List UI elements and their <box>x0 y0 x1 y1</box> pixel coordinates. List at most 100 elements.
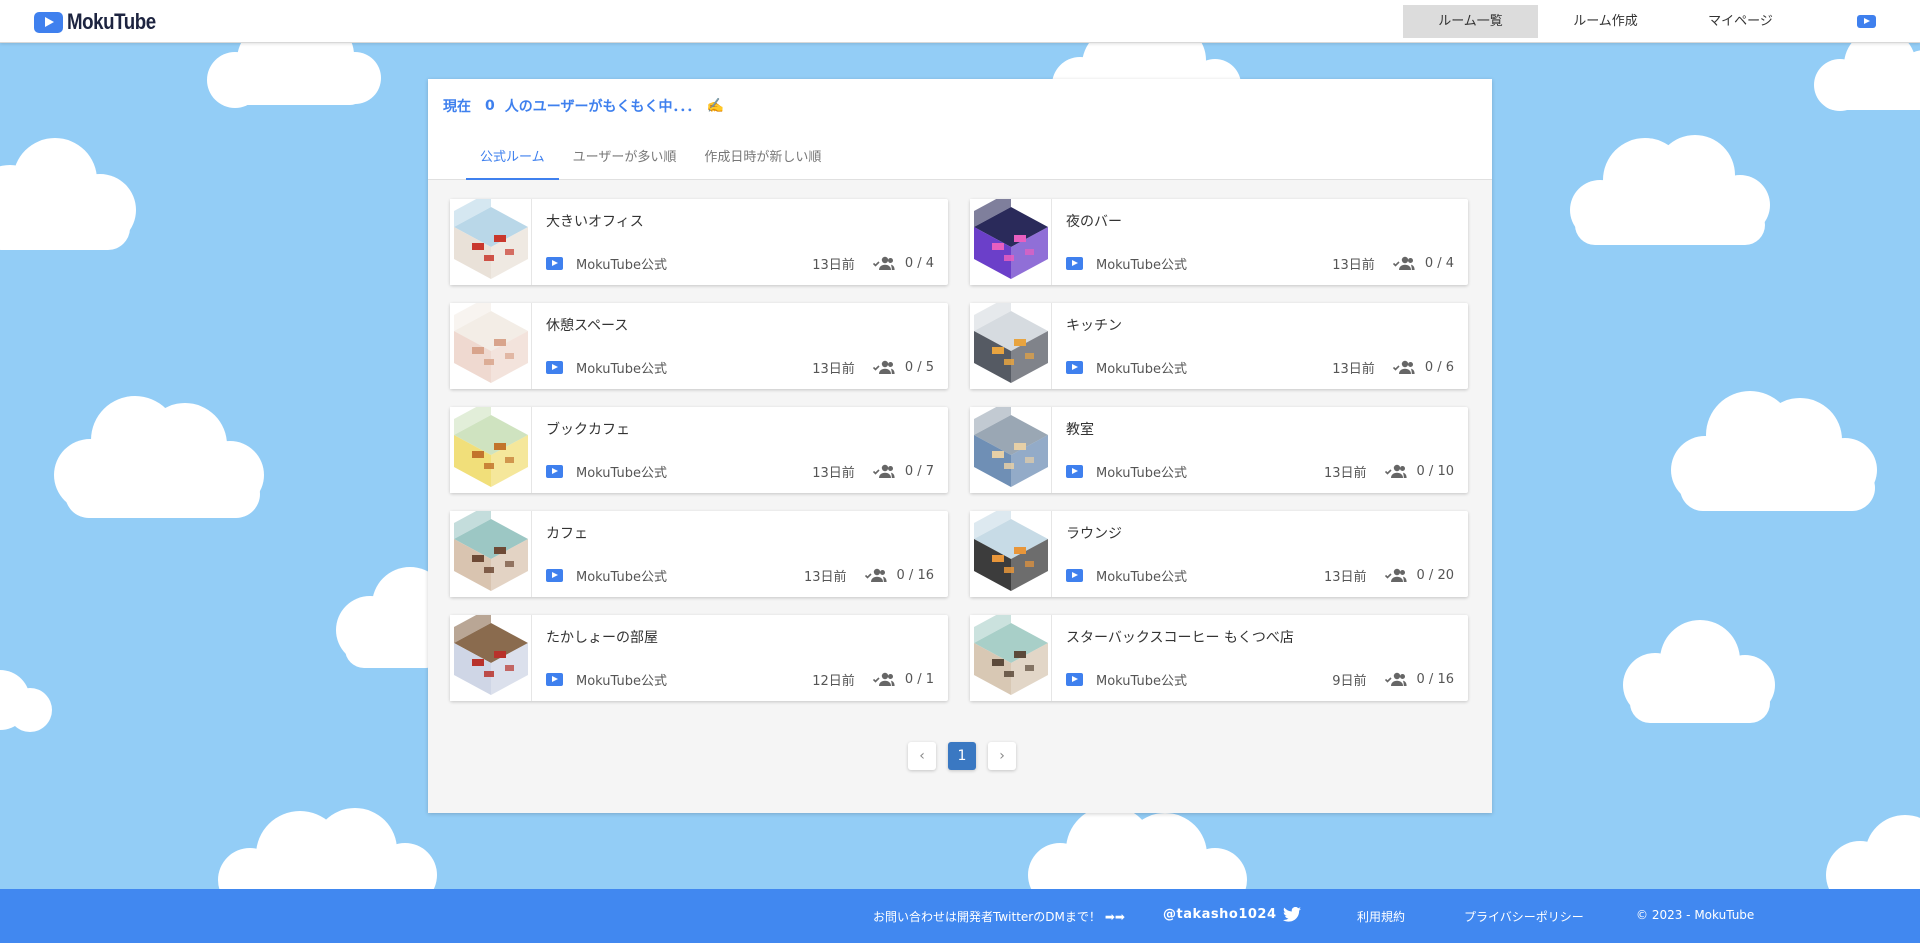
room-meta: MokuTube公式 13日前 0 / 16 <box>546 566 934 585</box>
nav-create-room[interactable]: ルーム作成 <box>1538 5 1673 38</box>
nav-my-page[interactable]: マイページ <box>1673 5 1808 38</box>
next-page-button[interactable]: › <box>988 742 1016 770</box>
owner-youtube-icon <box>546 256 563 270</box>
cloud <box>54 396 264 518</box>
room-card[interactable]: 夜のバー MokuTube公式 13日前 0 / 4 <box>970 199 1468 285</box>
room-owner: MokuTube公式 <box>576 257 667 273</box>
privacy-link[interactable]: プライバシーポリシー <box>1464 908 1584 925</box>
logo-text: MokuTube <box>67 9 156 34</box>
room-capacity: 0 / 1 <box>904 671 934 687</box>
room-owner: MokuTube公式 <box>576 361 667 377</box>
room-card[interactable]: ラウンジ MokuTube公式 13日前 0 / 20 <box>970 511 1468 597</box>
cloud <box>0 670 52 732</box>
room-isometric-image <box>454 511 528 591</box>
status-suffix: 人のユーザーがもくもく中．．． <box>504 99 701 115</box>
arrow-icon: ➡➡ <box>1104 909 1125 924</box>
room-capacity: 0 / 4 <box>904 255 934 271</box>
room-thumbnail <box>970 407 1052 493</box>
room-name: カフェ <box>546 526 588 542</box>
room-name: スターバックスコーヒー もくつべ店 <box>1066 630 1294 646</box>
room-meta: MokuTube公式 13日前 0 / 7 <box>546 462 934 481</box>
active-users-status: 現在 0 人のユーザーがもくもく中．．． ✍️ <box>443 96 724 116</box>
room-created: 9日前 <box>1332 673 1367 689</box>
room-name: たかしょーの部屋 <box>546 630 658 646</box>
room-capacity: 0 / 7 <box>904 463 934 479</box>
users-check-icon <box>1384 672 1407 687</box>
room-card[interactable]: スターバックスコーヒー もくつべ店 MokuTube公式 9日前 0 / 16 <box>970 615 1468 701</box>
room-owner: MokuTube公式 <box>576 673 667 689</box>
users-check-icon <box>864 568 887 583</box>
room-created: 13日前 <box>812 361 855 377</box>
tab-newest[interactable]: 作成日時が新しい順 <box>690 139 835 180</box>
cloud <box>1570 135 1770 245</box>
room-card[interactable]: キッチン MokuTube公式 13日前 0 / 6 <box>970 303 1468 389</box>
room-meta: MokuTube公式 13日前 0 / 5 <box>546 358 934 377</box>
cloud <box>1623 620 1775 723</box>
room-thumbnail <box>970 199 1052 285</box>
room-name: ラウンジ <box>1066 526 1122 542</box>
owner-youtube-icon <box>546 568 563 582</box>
room-isometric-image <box>454 199 528 279</box>
room-card[interactable]: 教室 MokuTube公式 13日前 0 / 10 <box>970 407 1468 493</box>
room-created: 13日前 <box>812 257 855 273</box>
room-created: 13日前 <box>1332 361 1375 377</box>
room-isometric-image <box>974 199 1048 279</box>
owner-youtube-icon <box>1066 464 1083 478</box>
room-created: 13日前 <box>803 569 847 585</box>
youtube-logo-icon <box>34 11 63 33</box>
room-name: 休憩スペース <box>546 318 629 334</box>
users-check-icon <box>1384 568 1407 583</box>
room-name: ブックカフェ <box>546 422 630 438</box>
room-thumbnail <box>970 615 1052 701</box>
terms-link[interactable]: 利用規約 <box>1357 908 1405 925</box>
room-isometric-image <box>974 303 1048 383</box>
room-meta: MokuTube公式 13日前 0 / 4 <box>1066 254 1454 273</box>
room-card[interactable]: カフェ MokuTube公式 13日前 0 / 16 <box>450 511 948 597</box>
room-isometric-image <box>974 615 1048 695</box>
users-check-icon <box>1392 360 1415 375</box>
room-owner: MokuTube公式 <box>1096 361 1187 377</box>
room-tabs: 公式ルーム ユーザーが多い順 作成日時が新しい順 <box>466 139 835 180</box>
twitter-handle: @takasho1024 <box>1163 907 1277 922</box>
top-nav: ルーム一覧 ルーム作成 マイページ <box>1403 5 1808 38</box>
active-user-count: 0 <box>485 98 495 114</box>
room-card[interactable]: 大きいオフィス MokuTube公式 13日前 0 / 4 <box>450 199 948 285</box>
users-check-icon <box>1384 464 1407 479</box>
room-created: 13日前 <box>1323 465 1367 481</box>
pagination: ‹ 1 › <box>902 742 1022 770</box>
twitter-handle-link[interactable]: @takasho1024 <box>1163 907 1301 922</box>
room-list-panel: 現在 0 人のユーザーがもくもく中．．． ✍️ 公式ルーム ユーザーが多い順 作… <box>428 79 1492 813</box>
owner-youtube-icon <box>1066 360 1083 374</box>
room-owner: MokuTube公式 <box>576 465 667 481</box>
panel-header: 現在 0 人のユーザーがもくもく中．．． ✍️ 公式ルーム ユーザーが多い順 作… <box>428 79 1492 180</box>
users-check-icon <box>872 360 895 375</box>
owner-youtube-icon <box>546 360 563 374</box>
room-isometric-image <box>974 407 1048 487</box>
page-1-button[interactable]: 1 <box>948 742 976 770</box>
status-prefix: 現在 <box>443 99 471 115</box>
owner-youtube-icon <box>1066 256 1083 270</box>
room-meta: MokuTube公式 13日前 0 / 10 <box>1066 462 1454 481</box>
room-thumbnail <box>450 303 532 389</box>
prev-page-button[interactable]: ‹ <box>908 742 936 770</box>
room-meta: MokuTube公式 13日前 0 / 6 <box>1066 358 1454 377</box>
tab-official-rooms[interactable]: 公式ルーム <box>466 139 559 180</box>
room-meta: MokuTube公式 12日前 0 / 1 <box>546 670 934 689</box>
room-meta: MokuTube公式 13日前 0 / 4 <box>546 254 934 273</box>
room-isometric-image <box>974 511 1048 591</box>
room-created: 13日前 <box>1323 569 1367 585</box>
room-card[interactable]: 休憩スペース MokuTube公式 13日前 0 / 5 <box>450 303 948 389</box>
room-created: 13日前 <box>1332 257 1375 273</box>
tab-most-users[interactable]: ユーザーが多い順 <box>559 139 691 180</box>
owner-youtube-icon <box>1066 672 1083 686</box>
room-name: 大きいオフィス <box>546 214 644 230</box>
nav-room-list[interactable]: ルーム一覧 <box>1403 5 1538 38</box>
logo[interactable]: MokuTube <box>34 9 171 34</box>
room-thumbnail <box>450 199 532 285</box>
youtube-icon[interactable] <box>1857 15 1876 28</box>
copyright: © 2023 - MokuTube <box>1636 908 1755 922</box>
room-card[interactable]: ブックカフェ MokuTube公式 13日前 0 / 7 <box>450 407 948 493</box>
cloud <box>1671 391 1877 511</box>
room-thumbnail <box>970 303 1052 389</box>
room-card[interactable]: たかしょーの部屋 MokuTube公式 12日前 0 / 1 <box>450 615 948 701</box>
